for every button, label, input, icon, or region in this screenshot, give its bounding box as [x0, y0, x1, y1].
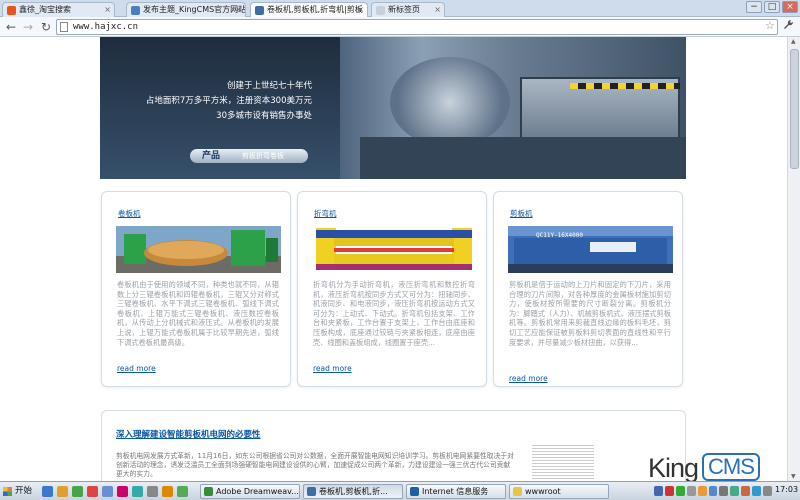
close-window-button[interactable]: × — [782, 1, 798, 13]
page-viewport: 创建于上世纪七十年代 占地面积7万多平方米，注册资本300美万元 30多城市设有… — [0, 37, 787, 481]
tab-label: 鑫徐_淘宝搜索 — [19, 5, 71, 14]
scroll-down-icon[interactable]: ▼ — [791, 473, 796, 480]
product-card-shear: 剪板机 QC11Y-16X4000 剪板机是借于运动的上刀片和固定的下刀片，采用… — [493, 191, 683, 387]
vertical-scrollbar[interactable]: ▲ ▼ — [787, 37, 800, 481]
tray-icon[interactable] — [708, 486, 718, 496]
page-favicon-icon — [255, 6, 264, 15]
tray-icon[interactable] — [664, 486, 674, 496]
card-body: 剪板机是借于运动的上刀片和固定的下刀片，采用合理的刀片间隙，对各种厚度的金属板材… — [509, 280, 671, 347]
card-body: 折弯机分为手动折弯机，液压折弯机和数控折弯机，液压折弯机按同步方式又可分为：扭轴… — [313, 280, 475, 347]
address-bar[interactable]: www.hajxc.cn — [56, 19, 778, 35]
quick-launch-icon[interactable] — [147, 486, 158, 497]
product-card-press-brake: 折弯机 折弯机分为手动折弯机，液压折弯机和数控折弯机，液压折弯机按同步方式又可分… — [297, 191, 487, 387]
banner-line: 创建于上世纪七十年代 — [226, 81, 312, 91]
hero-banner: 创建于上世纪七十年代 占地面积7万多平方米，注册资本300美万元 30多城市设有… — [100, 37, 686, 179]
kingcms-watermark-logo: King CMS — [648, 453, 760, 484]
card-title-link[interactable]: 折弯机 — [314, 208, 337, 219]
windows-logo-icon — [3, 487, 12, 496]
tray-icon[interactable] — [686, 486, 696, 496]
tray-icon[interactable] — [752, 486, 762, 496]
quick-launch-icon[interactable] — [132, 486, 143, 497]
read-more-link[interactable]: read more — [117, 364, 156, 373]
taskbar-item-wwwroot[interactable]: wwwroot — [509, 484, 609, 499]
reload-button[interactable]: ↻ — [38, 19, 54, 35]
products-label: 产品 — [202, 151, 221, 161]
machine-model-plate: QC11Y-16X4000 — [536, 232, 583, 239]
quick-launch-icon[interactable] — [177, 486, 188, 497]
close-icon[interactable]: × — [357, 3, 364, 17]
card-title-link[interactable]: 卷板机 — [118, 208, 141, 219]
wrench-menu-icon[interactable] — [783, 19, 794, 33]
card-title-link[interactable]: 剪板机 — [510, 208, 533, 219]
quick-launch-icon[interactable] — [102, 486, 113, 497]
iis-icon — [410, 487, 419, 496]
forward-button[interactable]: → — [20, 19, 36, 35]
taskbar-item-browser[interactable]: 卷板机,剪板机,折... — [303, 484, 403, 499]
tab-label: 卷板机,剪板机,折弯机|剪板 — [267, 5, 363, 14]
article-body: 剪板机电网发展方式革新，11月16日，如东公司根据省公司对公数据，全面开展智能电… — [116, 452, 514, 478]
tray-icon[interactable] — [719, 486, 729, 496]
products-button[interactable]: 产品 剪板折弯卷板 — [190, 149, 308, 163]
blank-page-icon — [376, 6, 385, 15]
tray-icon[interactable] — [654, 486, 663, 496]
dreamweaver-icon — [204, 487, 213, 496]
press-brake-image[interactable] — [312, 226, 477, 273]
tab-new[interactable]: 新标签页 × — [371, 2, 445, 17]
quick-launch-icon[interactable] — [57, 486, 68, 497]
clock[interactable]: 17:03 — [775, 485, 798, 494]
product-card-roller: 卷板机 卷板机由于使用的领域不同，种类也就不同，从辊数上分三辊卷板机和四辊卷板机… — [101, 191, 291, 387]
page-favicon-icon — [131, 6, 140, 15]
read-more-link[interactable]: read more — [509, 374, 548, 383]
tray-icon[interactable] — [675, 486, 685, 496]
quick-launch-icon[interactable] — [42, 486, 53, 497]
taskbar-item-iis[interactable]: Internet 信息服务 — [406, 484, 506, 499]
taskbar-item-dreamweaver[interactable]: Adobe Dreamweav... — [200, 484, 300, 499]
tab-kingcms[interactable]: 发布主题_KingCMS官方网站 × — [126, 2, 246, 17]
start-button[interactable]: 开始 — [1, 484, 37, 499]
window-controls: − □ × — [746, 1, 798, 13]
quick-launch-icon[interactable] — [117, 486, 128, 497]
machine-image — [390, 57, 510, 147]
system-tray — [654, 486, 772, 497]
windows-taskbar: 开始 Adobe Dreamweav... 卷板机,剪板机,折... Inter… — [0, 481, 800, 500]
article-box: 深入理解建设智能剪板机电网的必要性 剪板机电网发展方式革新，11月16日，如东公… — [101, 410, 686, 481]
start-label: 开始 — [15, 486, 33, 496]
scroll-thumb[interactable] — [790, 49, 799, 169]
close-icon[interactable]: × — [104, 3, 111, 17]
close-icon[interactable]: × — [434, 3, 441, 17]
tab-label: 新标签页 — [388, 5, 420, 14]
browser-toolbar: ← → ↻ www.hajxc.cn ☆ — [0, 17, 800, 37]
taobao-favicon-icon — [7, 6, 16, 15]
article-title-link[interactable]: 深入理解建设智能剪板机电网的必要性 — [116, 428, 261, 440]
shearing-machine-image[interactable]: QC11Y-16X4000 — [508, 226, 673, 273]
tray-icon[interactable] — [697, 486, 707, 496]
quick-launch-icon[interactable] — [87, 486, 98, 497]
read-more-link[interactable]: read more — [313, 364, 352, 373]
chrome-icon — [307, 487, 316, 496]
tab-active-site[interactable]: 卷板机,剪板机,折弯机|剪板 × — [250, 2, 368, 18]
bookmark-star-icon[interactable]: ☆ — [765, 19, 775, 32]
article-thumbnail — [532, 445, 594, 479]
back-button[interactable]: ← — [3, 19, 19, 35]
close-icon[interactable]: × — [235, 3, 242, 17]
quick-launch-icon[interactable] — [72, 486, 83, 497]
products-sublabel: 剪板折弯卷板 — [242, 152, 284, 160]
folder-icon — [513, 487, 522, 496]
tray-icon[interactable] — [741, 486, 751, 496]
roller-machine-image[interactable] — [116, 226, 281, 273]
url-text: www.hajxc.cn — [73, 22, 139, 32]
tab-label: 发布主题_KingCMS官方网站 — [143, 5, 246, 14]
tray-icon[interactable] — [730, 486, 740, 496]
tab-taobao[interactable]: 鑫徐_淘宝搜索 × — [2, 2, 115, 17]
maximize-button[interactable]: □ — [764, 1, 780, 13]
tray-icon[interactable] — [763, 486, 772, 496]
banner-line: 30多城市设有销售办事处 — [216, 111, 312, 121]
minimize-button[interactable]: − — [746, 1, 762, 13]
scroll-up-icon[interactable]: ▲ — [791, 38, 796, 45]
tab-strip: 鑫徐_淘宝搜索 × 发布主题_KingCMS官方网站 × 卷板机,剪板机,折弯机… — [0, 0, 800, 18]
quick-launch-icon[interactable] — [162, 486, 173, 497]
page-icon — [60, 22, 68, 32]
card-body: 卷板机由于使用的领域不同，种类也就不同，从辊数上分三辊卷板机和四辊卷板机，三辊又… — [117, 280, 279, 347]
banner-line: 占地面积7万多平方米，注册资本300美万元 — [145, 96, 312, 106]
